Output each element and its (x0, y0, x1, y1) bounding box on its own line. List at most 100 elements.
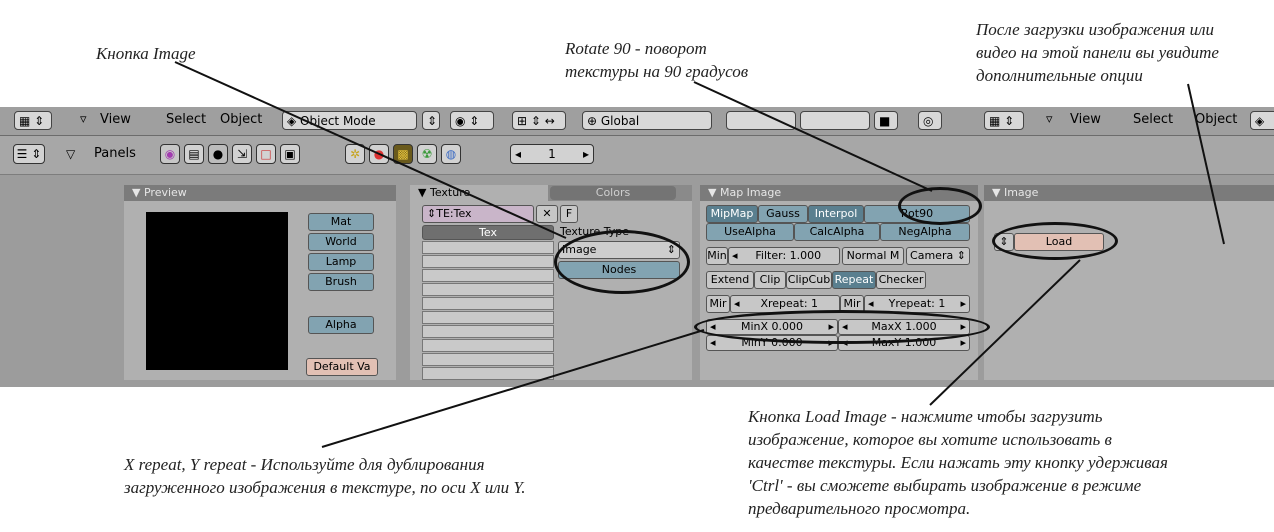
tex-channel-slot[interactable] (422, 367, 554, 380)
brush-button[interactable]: Brush (308, 273, 374, 291)
annotation-repeat: X repeat, Y repeat - Используйте для дуб… (124, 453, 526, 499)
increment-arrow-icon[interactable]: ▸ (960, 296, 969, 312)
world-icon[interactable]: ◍ (441, 144, 461, 164)
frame-counter[interactable]: ◂ 1 ▸ (510, 144, 594, 164)
tab-colors[interactable]: Colors (550, 186, 676, 200)
annotation-load-line: Кнопка Load Image - нажмите чтобы загруз… (748, 407, 1103, 426)
annotation-rot90: Rotate 90 - поворот текстуры на 90 граду… (565, 37, 748, 83)
mode-icon: ◈ (287, 114, 301, 128)
texture-delete-button[interactable]: ✕ (536, 205, 558, 223)
prev-frame-icon[interactable]: ◂ (511, 145, 521, 163)
tex-channel-slot[interactable] (422, 241, 554, 254)
menu-select[interactable]: Select (166, 112, 206, 127)
tex-channel-slot[interactable] (422, 297, 554, 310)
mat-button[interactable]: Mat (308, 213, 374, 231)
texture-name-field[interactable]: ⇕TE:Tex (422, 205, 534, 223)
material-icon[interactable]: ● (369, 144, 389, 164)
texture-icon[interactable]: ▩ (393, 144, 413, 164)
increment-arrow-icon[interactable]: ▸ (960, 336, 969, 350)
calcalpha-button[interactable]: CalcAlpha (794, 223, 880, 241)
world-button[interactable]: World (308, 233, 374, 251)
menu-arrow-icon-2[interactable]: ▿ (1046, 112, 1053, 127)
preview-title: Preview (143, 186, 187, 199)
editor-type-icon[interactable]: ▦ ⇕ (14, 111, 52, 130)
annotation-repeat-line: X repeat, Y repeat - Используйте для дуб… (124, 455, 485, 474)
radiosity-icon[interactable]: ☢ (417, 144, 437, 164)
yrepeat-value: Yrepeat: 1 (888, 297, 946, 310)
xrepeat-value: Xrepeat: 1 (760, 297, 819, 310)
normal-map-button[interactable]: Normal M (842, 247, 904, 265)
annotation-image-button: Кнопка Image (96, 44, 196, 63)
tex-channel-header[interactable]: Tex (422, 225, 554, 240)
layer-buttons-a[interactable] (726, 111, 796, 130)
tex-channel-slot[interactable] (422, 325, 554, 338)
mipmap-button[interactable]: MipMap (706, 205, 758, 223)
logic-icon[interactable]: ◉ (160, 144, 180, 164)
editing-icon[interactable]: □ (256, 144, 276, 164)
default-vars-button[interactable]: Default Va (306, 358, 378, 376)
menu-view[interactable]: View (100, 112, 131, 127)
clipcube-button[interactable]: ClipCub (786, 271, 832, 289)
camera-select[interactable]: Camera ⇕ (906, 247, 970, 265)
scene-icon[interactable]: ▣ (280, 144, 300, 164)
map-image-title: Map Image (719, 186, 782, 199)
layer-buttons-b[interactable] (800, 111, 870, 130)
lamp-icon[interactable]: ✲ (345, 144, 365, 164)
lock-icon[interactable]: ■ (874, 111, 898, 130)
preview-title-bar[interactable]: ▼ Preview (124, 185, 396, 201)
filter-slider[interactable]: ◂ Filter: 1.000 (728, 247, 840, 265)
mode-select[interactable]: ◈ Object Mode (282, 111, 417, 130)
alpha-button[interactable]: Alpha (308, 316, 374, 334)
annotation-after-load-line: После загрузки изображения или (976, 20, 1215, 39)
tex-channel-slot[interactable] (422, 311, 554, 324)
close-icon: ✕ (542, 207, 552, 220)
tex-channel-slot[interactable] (422, 353, 554, 366)
negalpha-button[interactable]: NegAlpha (880, 223, 970, 241)
mirror-x-button[interactable]: Mir (706, 295, 730, 313)
gauss-button[interactable]: Gauss (758, 205, 808, 223)
usealpha-button[interactable]: UseAlpha (706, 223, 794, 241)
menu-arrow-icon[interactable]: ▿ (80, 112, 87, 127)
orientation-select[interactable]: ⊕ Global (582, 111, 712, 130)
menu-object-2[interactable]: Object (1195, 112, 1237, 127)
tex-channel-slot[interactable] (422, 339, 554, 352)
fake-user-button[interactable]: F (560, 205, 578, 223)
decrement-arrow-icon[interactable]: ◂ (731, 296, 740, 312)
menu-select-2[interactable]: Select (1133, 112, 1173, 127)
annotation-load-line: качестве текстуры. Если нажать эту кнопк… (748, 453, 1168, 472)
decrement-arrow-icon[interactable]: ◂ (707, 336, 716, 350)
image-title-bar[interactable]: ▼ Image (984, 185, 1274, 201)
mode-label: Object Mode (300, 114, 376, 128)
dropdown-arrow-icon: ⇕ (956, 249, 966, 262)
pivot-icon[interactable]: ⊞ ⇕ ↔ (512, 111, 566, 130)
clip-button[interactable]: Clip (754, 271, 786, 289)
min-button[interactable]: Min (706, 247, 728, 265)
filter-value: Filter: 1.000 (755, 249, 822, 262)
tex-channel-slot[interactable] (422, 255, 554, 268)
mode-select-2[interactable]: ◈ (1250, 111, 1274, 130)
draw-type-icon[interactable]: ◉ ⇕ (450, 111, 494, 130)
script-icon[interactable]: ▤ (184, 144, 204, 164)
menu-view-2[interactable]: View (1070, 112, 1101, 127)
repeat-button[interactable]: Repeat (832, 271, 876, 289)
extend-button[interactable]: Extend (706, 271, 754, 289)
mode-dropdown-arrow[interactable]: ⇕ (422, 111, 440, 130)
lamp-button[interactable]: Lamp (308, 253, 374, 271)
render-icon[interactable]: ◎ (918, 111, 942, 130)
menu-object[interactable]: Object (220, 112, 262, 127)
tex-channel-slot[interactable] (422, 269, 554, 282)
tex-channel-slot[interactable] (422, 283, 554, 296)
editor-type-icon-2[interactable]: ▦ ⇕ (984, 111, 1024, 130)
camera-label: Camera (910, 249, 954, 262)
decrement-arrow-icon[interactable]: ◂ (729, 248, 738, 264)
shading-icon[interactable]: ● (208, 144, 228, 164)
tab-texture[interactable]: ▼ Texture (410, 185, 548, 201)
next-frame-icon[interactable]: ▸ (583, 145, 593, 163)
annotation-repeat-line: загруженного изображения в текстуре, по … (124, 478, 526, 497)
checker-button[interactable]: Checker (876, 271, 926, 289)
orientation-label: Global (600, 114, 640, 128)
window-type-icon[interactable]: ☰ ⇕ (13, 144, 45, 164)
object-icon[interactable]: ⇲ (232, 144, 252, 164)
interpol-button[interactable]: Interpol (808, 205, 864, 223)
collapse-arrow-icon[interactable]: ▽ (66, 147, 75, 161)
